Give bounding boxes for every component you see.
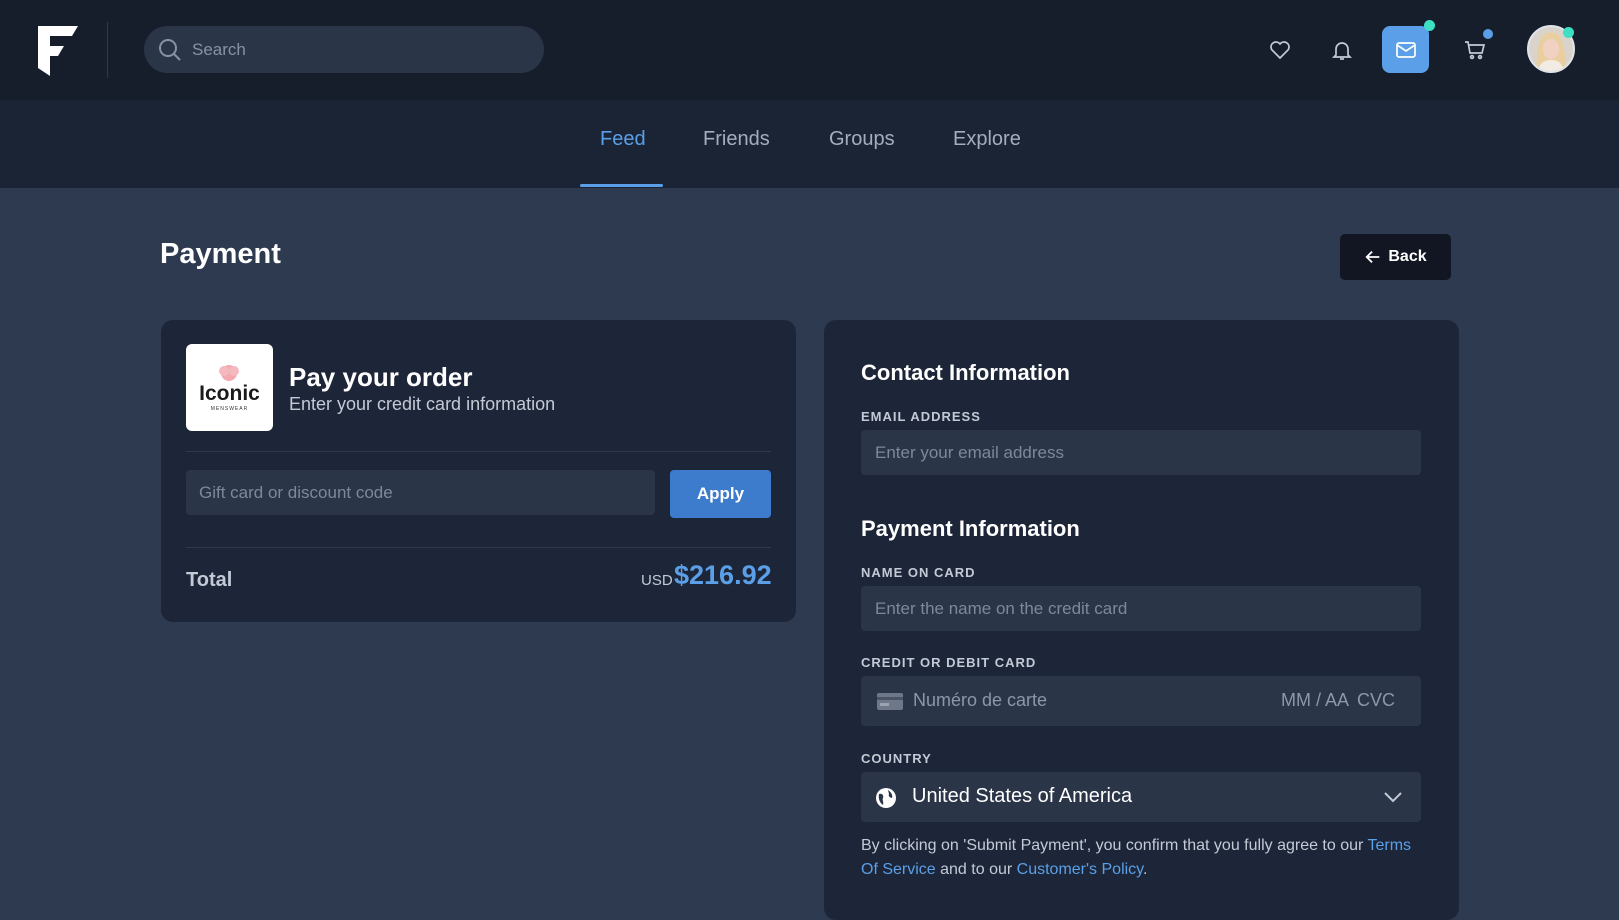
customer-policy-link[interactable]: Customer's Policy: [1017, 861, 1143, 878]
search-icon: [158, 38, 182, 62]
active-tab-indicator: [580, 184, 663, 187]
tab-groups[interactable]: Groups: [829, 128, 895, 151]
contact-section-title: Contact Information: [861, 360, 1070, 385]
card-label: CREDIT OR DEBIT CARD: [861, 655, 1037, 670]
globe-icon: [875, 787, 897, 809]
payment-form-card: Contact Information EMAIL ADDRESS Paymen…: [824, 320, 1459, 920]
email-field[interactable]: [861, 430, 1421, 475]
cart-icon: [1465, 41, 1486, 60]
favorites-button[interactable]: [1264, 34, 1296, 66]
total-label: Total: [186, 569, 233, 591]
terms-text: By clicking on 'Submit Payment', you con…: [861, 834, 1421, 882]
search-input[interactable]: [192, 26, 532, 73]
chevron-down-icon: [1383, 790, 1403, 804]
terms-prefix: By clicking on 'Submit Payment', you con…: [861, 837, 1368, 854]
discount-code-input[interactable]: [186, 470, 655, 515]
tab-explore[interactable]: Explore: [953, 128, 1021, 151]
heart-icon: [1270, 41, 1290, 60]
bell-icon: [1331, 42, 1353, 60]
mail-icon: [1395, 41, 1416, 58]
divider: [186, 547, 771, 548]
order-summary-card: Iconic MENSWEAR Pay your order Enter you…: [161, 320, 796, 622]
tab-friends[interactable]: Friends: [703, 128, 770, 151]
top-bar: [0, 0, 1619, 100]
notifications-button[interactable]: [1326, 34, 1358, 66]
arrow-left-icon: [1365, 250, 1380, 264]
card-input[interactable]: Numéro de carte MM / AA CVC: [861, 676, 1421, 726]
brand-logo: Iconic MENSWEAR: [186, 344, 273, 431]
back-button[interactable]: Back: [1340, 234, 1451, 280]
messages-online-dot: [1424, 20, 1435, 31]
email-label: EMAIL ADDRESS: [861, 409, 981, 424]
brand-tagline: MENSWEAR: [210, 406, 249, 412]
name-on-card-label: NAME ON CARD: [861, 565, 976, 580]
order-subtitle: Enter your credit card information: [289, 394, 556, 414]
avatar-online-dot: [1563, 27, 1574, 38]
order-title: Pay your order: [289, 362, 473, 392]
divider: [186, 451, 771, 452]
credit-card-icon: [877, 693, 903, 710]
total-currency: USD: [641, 572, 673, 589]
card-expiry-field[interactable]: MM / AA: [1281, 690, 1349, 711]
back-button-label: Back: [1388, 248, 1427, 265]
messages-button[interactable]: [1382, 26, 1429, 73]
total-amount: $216.92: [674, 560, 772, 590]
card-cvc-field[interactable]: CVC: [1357, 690, 1395, 711]
search-bar[interactable]: [144, 26, 544, 73]
payment-section-title: Payment Information: [861, 516, 1080, 541]
terms-middle: and to our: [935, 861, 1017, 878]
tab-feed[interactable]: Feed: [600, 128, 646, 151]
apply-button[interactable]: Apply: [670, 470, 771, 518]
brand-name: Iconic: [199, 382, 260, 405]
country-label: COUNTRY: [861, 751, 932, 766]
terms-suffix: .: [1142, 861, 1148, 878]
main-nav: Feed Friends Groups Explore: [0, 100, 1619, 188]
logo-divider: [107, 22, 108, 78]
app-logo-icon[interactable]: [38, 26, 80, 76]
name-on-card-field[interactable]: [861, 586, 1421, 631]
page-title: Payment: [160, 238, 281, 270]
country-select[interactable]: United States of America: [861, 772, 1421, 822]
country-value: United States of America: [912, 785, 1133, 807]
card-number-field[interactable]: Numéro de carte: [913, 690, 1047, 711]
cart-badge-dot: [1483, 29, 1493, 39]
